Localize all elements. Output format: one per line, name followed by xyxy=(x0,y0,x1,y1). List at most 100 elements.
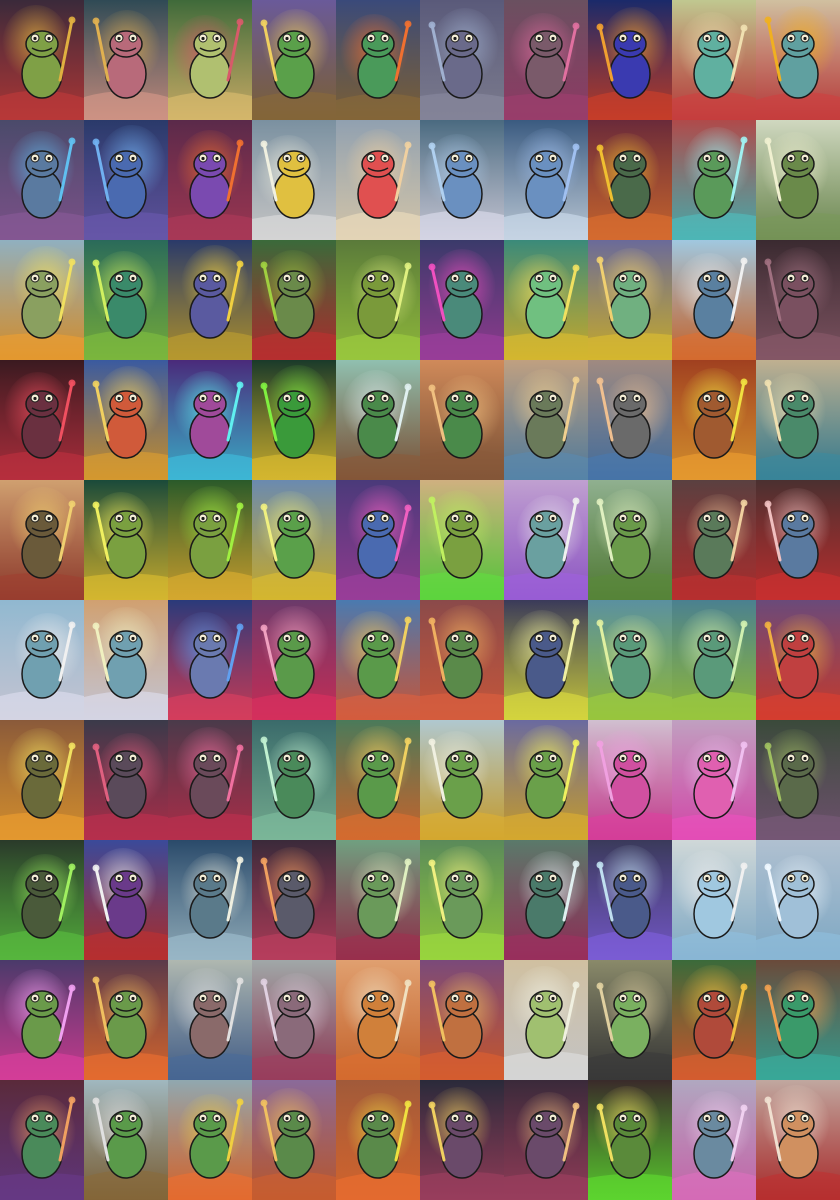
art-thumbnail-toad-fighter-alt[interactable] xyxy=(504,120,588,240)
art-thumbnail-slime-toad-bright[interactable] xyxy=(672,720,756,840)
art-thumbnail-shield-frog-glow[interactable] xyxy=(504,720,588,840)
art-thumbnail-storm-witch[interactable] xyxy=(504,840,588,960)
art-thumbnail-jungle-frog[interactable] xyxy=(252,360,336,480)
art-thumbnail-ghost-lizard[interactable] xyxy=(0,600,84,720)
art-thumbnail-swamp-witch-alt[interactable] xyxy=(0,840,84,960)
art-thumbnail-frog-flame-sword[interactable] xyxy=(0,240,84,360)
art-thumbnail-bubble-orb-frog[interactable] xyxy=(504,480,588,600)
art-thumbnail-angler-fish[interactable] xyxy=(588,600,672,720)
art-thumbnail-red-brute[interactable] xyxy=(756,600,840,720)
art-thumbnail-hooded-goblin[interactable] xyxy=(0,1080,84,1200)
art-thumbnail-crow-goblin[interactable] xyxy=(588,960,672,1080)
art-thumbnail-mech-frog[interactable] xyxy=(420,0,504,120)
art-thumbnail-moon-golem-dark[interactable] xyxy=(252,840,336,960)
art-thumbnail-lantern-goblins-alt[interactable] xyxy=(504,1080,588,1200)
art-thumbnail-green-flame-goblin[interactable] xyxy=(588,1080,672,1200)
art-thumbnail-cave-beast[interactable] xyxy=(756,240,840,360)
art-thumbnail-portal-frog[interactable] xyxy=(168,600,252,720)
art-thumbnail-toad-on-mushroom[interactable] xyxy=(252,240,336,360)
art-thumbnail-frog-soldier[interactable] xyxy=(588,480,672,600)
art-thumbnail-sword-frog[interactable] xyxy=(756,120,840,240)
art-thumbnail-ghost-lizard-sun[interactable] xyxy=(84,600,168,720)
art-thumbnail-shadow-brute[interactable] xyxy=(84,720,168,840)
art-thumbnail-shield-frog[interactable] xyxy=(420,720,504,840)
art-thumbnail-angler-fish-alt[interactable] xyxy=(672,600,756,720)
art-thumbnail-frog-couple[interactable] xyxy=(252,600,336,720)
art-thumbnail-jungle-brute[interactable] xyxy=(672,960,756,1080)
art-thumbnail-hooded-rogue-red[interactable] xyxy=(756,480,840,600)
art-thumbnail-big-toad-green[interactable] xyxy=(504,240,588,360)
art-thumbnail-shadow-brute-alt[interactable] xyxy=(168,720,252,840)
art-thumbnail-toad-fighter[interactable] xyxy=(420,120,504,240)
art-thumbnail-frog-mage-alt[interactable] xyxy=(84,120,168,240)
art-thumbnail-desert-warrior[interactable] xyxy=(0,480,84,600)
art-thumbnail-hammer-frog[interactable] xyxy=(336,360,420,480)
art-thumbnail-ice-diver[interactable] xyxy=(672,240,756,360)
art-thumbnail-monk-goblin[interactable] xyxy=(756,1080,840,1200)
art-thumbnail-big-toad-dusk[interactable] xyxy=(588,240,672,360)
art-thumbnail-bubble-frog[interactable] xyxy=(672,120,756,240)
art-thumbnail-catapult-fire[interactable] xyxy=(336,0,420,120)
art-thumbnail-frog-acrobats-night[interactable] xyxy=(336,480,420,600)
art-thumbnail-goblin-alchemist-fire[interactable] xyxy=(84,960,168,1080)
art-thumbnail-ice-golems[interactable] xyxy=(672,840,756,960)
art-thumbnail-sunflower-toad[interactable] xyxy=(84,480,168,600)
art-thumbnail-hood-frog[interactable] xyxy=(336,840,420,960)
art-thumbnail-cannon-frog-fire[interactable] xyxy=(168,1080,252,1200)
art-thumbnail-hammer-frog-dusk[interactable] xyxy=(420,360,504,480)
art-thumbnail-frog-parade-dusk[interactable] xyxy=(420,600,504,720)
art-thumbnail-crystal-sword-goblin[interactable] xyxy=(672,1080,756,1200)
art-thumbnail-fire-lizard[interactable] xyxy=(588,0,672,120)
art-thumbnail-mushroom-forest-night[interactable] xyxy=(168,240,252,360)
art-thumbnail-frog-stack[interactable] xyxy=(84,0,168,120)
art-thumbnail-moon-golem[interactable] xyxy=(168,840,252,960)
art-thumbnail-cave-beast-red[interactable] xyxy=(0,360,84,480)
art-thumbnail-purple-warrior[interactable] xyxy=(168,120,252,240)
art-thumbnail-green-orb-frog[interactable] xyxy=(420,480,504,600)
art-thumbnail-frog-parade[interactable] xyxy=(336,600,420,720)
art-thumbnail-frog-chef[interactable] xyxy=(252,120,336,240)
art-thumbnail-cannon-frog[interactable] xyxy=(84,1080,168,1200)
art-thumbnail-mushroom-forest[interactable] xyxy=(84,240,168,360)
art-thumbnail-frog-archer[interactable] xyxy=(0,0,84,120)
art-thumbnail-frog-mage[interactable] xyxy=(0,120,84,240)
art-thumbnail-armored-lizard[interactable] xyxy=(504,360,588,480)
art-thumbnail-ice-golems-alt[interactable] xyxy=(756,840,840,960)
art-thumbnail-thunder-frog[interactable] xyxy=(504,600,588,720)
art-thumbnail-bird-goblins[interactable] xyxy=(504,960,588,1080)
art-thumbnail-winged-lion-dark[interactable] xyxy=(420,960,504,1080)
art-thumbnail-caped-fighter[interactable] xyxy=(84,840,168,960)
art-thumbnail-explosion-brute[interactable] xyxy=(0,720,84,840)
art-thumbnail-gargoyle-hall[interactable] xyxy=(168,960,252,1080)
art-thumbnail-snail-knight[interactable] xyxy=(84,360,168,480)
art-thumbnail-armored-lizard-alt[interactable] xyxy=(588,360,672,480)
art-thumbnail-toad-swamp-magic[interactable] xyxy=(420,240,504,360)
art-thumbnail-gargoyle-hall-alt[interactable] xyxy=(252,960,336,1080)
art-thumbnail-hood-frog-glow[interactable] xyxy=(420,840,504,960)
art-thumbnail-sunflower-toad-alt[interactable] xyxy=(168,480,252,600)
art-thumbnail-storm-witch-night[interactable] xyxy=(588,840,672,960)
art-thumbnail-snail-portal[interactable] xyxy=(168,360,252,480)
art-thumbnail-frog-chef-red[interactable] xyxy=(336,120,420,240)
art-thumbnail-frog-stack-alt[interactable] xyxy=(168,0,252,120)
art-thumbnail-throne-fire[interactable] xyxy=(672,360,756,480)
art-thumbnail-dragon-knight[interactable] xyxy=(672,0,756,120)
art-thumbnail-mech-frog-pink[interactable] xyxy=(504,0,588,120)
art-thumbnail-frog-acrobats[interactable] xyxy=(252,480,336,600)
art-thumbnail-toad-swamp[interactable] xyxy=(336,240,420,360)
art-thumbnail-pumpkin-field-fire[interactable] xyxy=(336,1080,420,1200)
art-thumbnail-forest-pond[interactable] xyxy=(252,720,336,840)
art-thumbnail-hooded-rogue[interactable] xyxy=(672,480,756,600)
art-thumbnail-swamp-witch[interactable] xyxy=(756,720,840,840)
art-thumbnail-catapult[interactable] xyxy=(252,0,336,120)
art-thumbnail-dragon-fire[interactable] xyxy=(756,0,840,120)
art-thumbnail-serpent-goblin[interactable] xyxy=(756,960,840,1080)
art-thumbnail-frog-pirate[interactable] xyxy=(756,360,840,480)
art-thumbnail-pumpkin-field[interactable] xyxy=(252,1080,336,1200)
art-thumbnail-forest-pond-frogs[interactable] xyxy=(336,720,420,840)
art-thumbnail-goblin-alchemist[interactable] xyxy=(0,960,84,1080)
art-thumbnail-slime-toad[interactable] xyxy=(588,720,672,840)
art-thumbnail-fire-brawler[interactable] xyxy=(588,120,672,240)
art-thumbnail-winged-lion[interactable] xyxy=(336,960,420,1080)
art-thumbnail-lantern-goblins[interactable] xyxy=(420,1080,504,1200)
